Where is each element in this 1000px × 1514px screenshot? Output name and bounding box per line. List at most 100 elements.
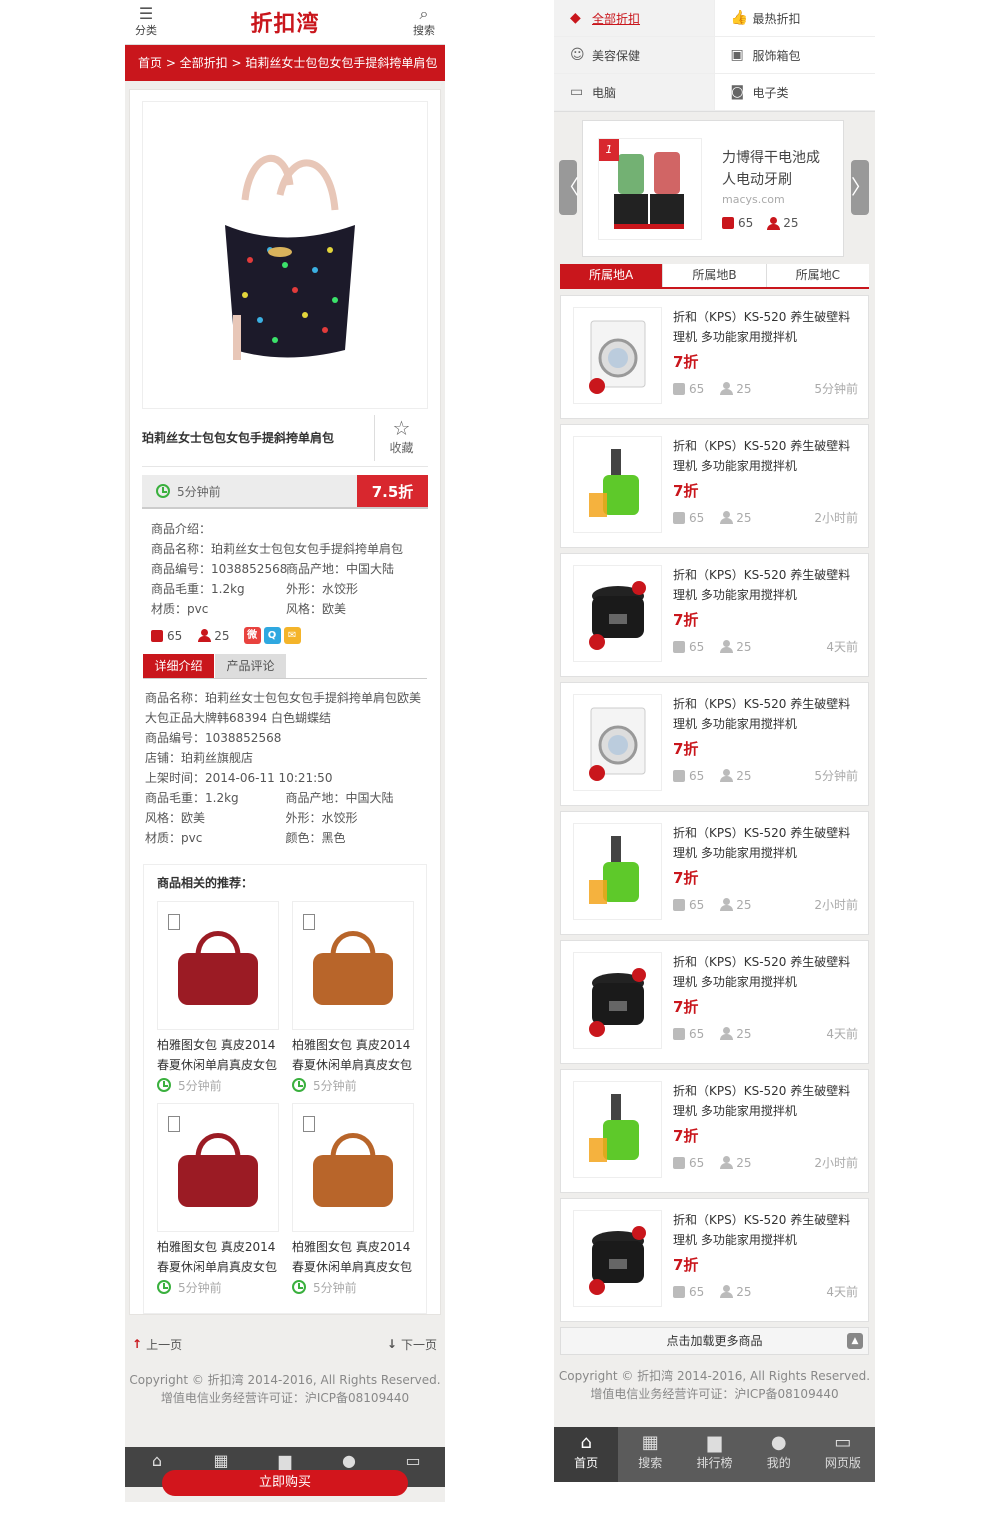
slider-prev-button[interactable]: 〈: [559, 160, 579, 215]
product-meta: 65 25 2小时前: [673, 896, 858, 913]
product-likes: 65: [689, 1155, 705, 1170]
product-info: 折和（KPS）KS-520 养生破壁料理机 多功能家用搅拌机 7折 65 25 5分钟前: [673, 307, 858, 418]
product-followers: 25: [736, 1155, 752, 1170]
product-meta: 65 25 4天前: [673, 1025, 858, 1042]
product-list: 折和（KPS）KS-520 养生破壁料理机 多功能家用搅拌机 7折 65 25 5分钟前…: [554, 289, 875, 1322]
recommend-time: 5分钟前: [157, 1277, 279, 1297]
tab-detail[interactable]: 详细介绍: [143, 654, 214, 678]
monitor-icon: ▭: [834, 1432, 852, 1453]
tab-region-a[interactable]: 所属地A: [560, 264, 664, 287]
intro-field: 商品毛重：1.2kg: [151, 582, 245, 596]
category-label: 服饰箱包: [752, 48, 801, 63]
recommend-item[interactable]: 柏雅图女包 真皮2014 春夏休闲单肩真皮女包 5分钟前: [292, 1103, 414, 1297]
buy-now-button[interactable]: 立即购买: [162, 1470, 408, 1496]
detail-line: 店铺：珀莉丝旗舰店: [145, 751, 254, 765]
category-4[interactable]: ▣ 服饰箱包: [714, 37, 875, 74]
search-button[interactable]: ⌕ 搜索: [409, 6, 439, 38]
back-to-top-icon[interactable]: ▲: [847, 1333, 863, 1349]
recommend-name-2: 春夏休闲单肩真皮女包: [292, 1058, 413, 1072]
product-discount: 7折: [673, 482, 699, 500]
product-item[interactable]: 折和（KPS）KS-520 养生破壁料理机 多功能家用搅拌机 7折 65 25 4天前: [560, 940, 869, 1064]
thumbs-up-icon: [673, 640, 685, 653]
header: ☰ 分类 折扣湾 ⌕ 搜索: [125, 0, 445, 45]
nav-item-3[interactable]: ▆ 排行榜: [682, 1427, 746, 1482]
podium-icon: ▆: [707, 1432, 722, 1453]
nav-item-1[interactable]: ⌂ 首页: [554, 1427, 619, 1482]
email-share-icon[interactable]: ✉: [283, 627, 301, 644]
product-discount: 7折: [673, 869, 699, 887]
product-thumbnail: [573, 565, 662, 662]
product-item[interactable]: 折和（KPS）KS-520 养生破壁料理机 多功能家用搅拌机 7折 65 25 2小时前: [560, 1069, 869, 1193]
price-bar: 5分钟前 7.5折: [142, 475, 428, 509]
product-panel: 珀莉丝女士包包女包手提斜挎单肩包 ☆ 收藏 5分钟前 7.5折 商品介绍： 商品…: [129, 89, 441, 1315]
nav-item-5[interactable]: ▭ 网页版: [811, 1427, 875, 1482]
leather-bag-image: [178, 1132, 258, 1207]
product-item[interactable]: 折和（KPS）KS-520 养生破壁料理机 多功能家用搅拌机 7折 65 25 4天前: [560, 1198, 869, 1322]
brand-tag-icon: [303, 1116, 315, 1132]
nav-label: 排行榜: [696, 1456, 733, 1470]
qq-share-icon[interactable]: Q: [263, 627, 281, 644]
nav-item-4[interactable]: ● 我的: [747, 1427, 811, 1482]
product-item[interactable]: 折和（KPS）KS-520 养生破壁料理机 多功能家用搅拌机 7折 65 25 2小时前: [560, 811, 869, 935]
product-thumbnail: [573, 952, 662, 1049]
tab-region-c[interactable]: 所属地C: [767, 264, 869, 287]
nav-label: 首页: [574, 1456, 599, 1470]
thumbs-up-icon[interactable]: [151, 629, 163, 642]
product-followers: 25: [736, 639, 752, 654]
tab-reviews[interactable]: 产品评论: [215, 654, 286, 678]
nav-item-2[interactable]: ▦ 搜索: [618, 1427, 682, 1482]
recommend-item[interactable]: 柏雅图女包 真皮2014 春夏休闲单肩真皮女包 5分钟前: [157, 1103, 279, 1297]
thumbs-up-icon: [673, 769, 685, 782]
category-label: 全部折扣: [592, 11, 641, 26]
category-6[interactable]: ◙ 电子类: [714, 74, 875, 111]
clock-icon: [292, 1078, 306, 1092]
product-name: 折和（KPS）KS-520 养生破壁料理机 多功能家用搅拌机: [673, 697, 851, 731]
copyright: Copyright © 折扣湾 2014-2016, All Rights Re…: [125, 1371, 445, 1407]
copyright-line: Copyright © 折扣湾 2014-2016, All Rights Re…: [129, 1373, 441, 1387]
region-tabs: 所属地A 所属地B 所属地C: [560, 264, 869, 289]
product-thumbnail: [573, 694, 662, 791]
featured-name: 力博得干电池成人电动牙刷: [722, 150, 820, 188]
weibo-share-icon[interactable]: 微: [243, 627, 261, 644]
load-more-button[interactable]: 点击加载更多商品 ▲: [560, 1327, 869, 1355]
product-discount: 7折: [673, 611, 699, 629]
recommend-heading: 商品相关的推荐：: [157, 876, 254, 890]
detail-field: 外形：水饺形: [285, 811, 358, 825]
product-time: 2小时前: [814, 898, 858, 912]
category-5[interactable]: ▭ 电脑: [554, 74, 715, 111]
detail-field: 商品毛重：1.2kg: [145, 791, 239, 805]
thumbs-up-icon: [673, 898, 685, 911]
recommend-name: 柏雅图女包 真皮2014: [157, 1038, 276, 1052]
featured-source: macys.com: [722, 193, 785, 206]
featured-slide[interactable]: 1 力博得干电池成人电动牙刷 macys.com 65 25: [582, 120, 844, 257]
home-icon: ⌂: [151, 1451, 163, 1470]
product-item[interactable]: 折和（KPS）KS-520 养生破壁料理机 多功能家用搅拌机 7折 65 25 2小时前: [560, 424, 869, 548]
product-name: 折和（KPS）KS-520 养生破壁料理机 多功能家用搅拌机: [673, 826, 851, 860]
category-1[interactable]: ◆ 全部折扣: [554, 0, 715, 37]
category-2[interactable]: 👍 最热折扣: [714, 0, 875, 37]
detail-tabs: 详细介绍 产品评论: [143, 654, 427, 679]
nav-label: 搜索: [638, 1456, 663, 1470]
featured-followers: 25: [783, 216, 799, 230]
recommend-item[interactable]: 柏雅图女包 真皮2014 春夏休闲单肩真皮女包 5分钟前: [292, 901, 414, 1095]
next-page-link[interactable]: ↓ 下一页: [387, 1336, 437, 1353]
post-time: 5分钟前: [142, 475, 357, 507]
likes-count: 65: [167, 628, 183, 643]
slider-next-button[interactable]: 〉: [851, 160, 871, 215]
product-item[interactable]: 折和（KPS）KS-520 养生破壁料理机 多功能家用搅拌机 7折 65 25 5分钟前: [560, 295, 869, 419]
product-item[interactable]: 折和（KPS）KS-520 养生破壁料理机 多功能家用搅拌机 7折 65 25 4天前: [560, 553, 869, 677]
user-icon: ●: [342, 1451, 356, 1470]
home-icon: ⌂: [580, 1432, 592, 1453]
logo[interactable]: 折扣湾: [125, 6, 445, 38]
prev-page-link[interactable]: ↑ 上一页: [132, 1336, 182, 1353]
breadcrumb[interactable]: 首页 > 全部折扣 > 珀莉丝女士包包女包手提斜挎单肩包: [125, 45, 445, 81]
face-icon: ☺: [570, 47, 585, 63]
recommend-item[interactable]: 柏雅图女包 真皮2014 春夏休闲单肩真皮女包 5分钟前: [157, 901, 279, 1095]
search-label: 搜索: [413, 24, 435, 37]
category-3[interactable]: ☺ 美容保健: [554, 37, 715, 74]
favorite-button[interactable]: ☆ 收藏: [374, 414, 428, 461]
product-item[interactable]: 折和（KPS）KS-520 养生破壁料理机 多功能家用搅拌机 7折 65 25 5分钟前: [560, 682, 869, 806]
recommend-time: 5分钟前: [157, 1075, 279, 1095]
user-icon: [720, 1156, 734, 1169]
tab-region-b[interactable]: 所属地B: [663, 264, 767, 287]
